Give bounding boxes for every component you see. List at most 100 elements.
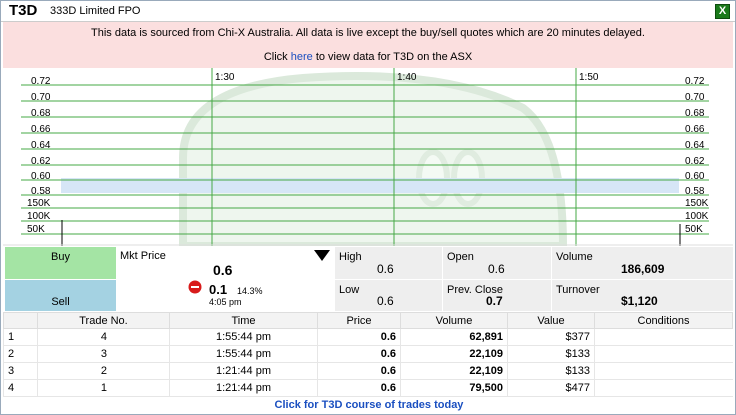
volume-tick-label-left: 100K	[27, 211, 51, 222]
table-cell: $133	[507, 362, 595, 380]
sell-label: Sell	[51, 296, 70, 308]
table-cell	[594, 345, 733, 363]
volume-tick-label-right: 50K	[685, 224, 703, 235]
volume-label: Volume	[556, 251, 593, 263]
table-cell: 79,500	[400, 379, 508, 397]
open-label: Open	[447, 251, 474, 263]
table-cell	[594, 362, 733, 380]
asx-link[interactable]: here	[291, 51, 313, 63]
y-tick-label-right: 0.62	[685, 156, 705, 167]
notice-text-pre: Click	[263, 51, 291, 63]
down-arrow-icon	[314, 250, 330, 265]
table-cell: 1	[3, 328, 38, 346]
ticker-symbol: T3D	[9, 2, 38, 19]
mkt-price-label: Mkt Price	[120, 250, 166, 262]
table-cell: $377	[507, 328, 595, 346]
low-cell: Low 0.6	[335, 280, 442, 311]
col-value[interactable]: Value	[507, 312, 595, 329]
intraday-chart: 0.72 0.72 0.70 0.70 0.68 0.68 0.66 0.66 0.64 0.64…	[3, 68, 733, 246]
notice-link-line: Click here to view data for T3D on the A…	[3, 51, 733, 63]
x-tick-label: 1:30	[215, 72, 235, 83]
y-tick-label-left: 0.64	[31, 140, 51, 151]
sell-button[interactable]: Sell	[5, 280, 116, 311]
table-cell: 3	[37, 345, 170, 363]
trades-table: Trade No. Time Price Volume Value Condit…	[3, 312, 733, 397]
course-of-trades-link[interactable]: Click for T3D course of trades today	[1, 399, 736, 411]
prev-close-cell: Prev. Close 0.7	[443, 280, 551, 311]
table-header-row: Trade No. Time Price Volume Value Condit…	[3, 312, 733, 329]
volume-value: 186,609	[621, 262, 665, 276]
col-time[interactable]: Time	[169, 312, 318, 329]
y-tick-label-right: 0.60	[685, 171, 705, 182]
table-row[interactable]: 2 3 1:55:44 pm 0.6 22,109 $133	[3, 345, 733, 363]
turnover-cell: Turnover $1,120	[552, 280, 733, 311]
market-price-panel: Mkt Price 0.6 0.1 14.3% 4:05 pm	[117, 247, 334, 311]
table-row[interactable]: 4 1 1:21:44 pm 0.6 79,500 $477	[3, 379, 733, 397]
y-tick-label-right: 0.68	[685, 108, 705, 119]
table-row[interactable]: 3 2 1:21:44 pm 0.6 22,109 $133	[3, 362, 733, 380]
table-cell: 1:55:44 pm	[169, 328, 318, 346]
low-label: Low	[339, 284, 360, 296]
table-cell: 4	[37, 328, 170, 346]
volume-tick-label-right: 150K	[685, 198, 709, 209]
x-tick-label: 1:40	[397, 72, 417, 83]
high-label: High	[339, 251, 362, 263]
quote-time: 4:05 pm	[209, 297, 242, 307]
table-cell: 22,109	[400, 362, 508, 380]
open-cell: Open 0.6	[443, 247, 551, 279]
volume-tick-label-left: 50K	[27, 224, 45, 235]
table-cell: 2	[37, 362, 170, 380]
volume-tick-label-left: 150K	[27, 198, 51, 209]
table-cell: 2	[3, 345, 38, 363]
buy-button[interactable]: Buy	[5, 247, 116, 279]
buy-label: Buy	[51, 251, 70, 263]
col-price[interactable]: Price	[317, 312, 401, 329]
table-cell	[594, 328, 733, 346]
quote-window: T3D 333D Limited FPO X This data is sour…	[0, 0, 736, 415]
company-name: 333D Limited FPO	[50, 5, 141, 17]
table-cell: 1	[37, 379, 170, 397]
trades-table-wrap: Trade No. Time Price Volume Value Condit…	[3, 312, 733, 397]
y-tick-label-right: 0.58	[685, 186, 705, 197]
open-value: 0.6	[488, 262, 505, 276]
table-cell: 22,109	[400, 345, 508, 363]
col-index	[3, 312, 38, 329]
table-cell	[594, 379, 733, 397]
y-tick-label-left: 0.58	[31, 186, 51, 197]
change-percent: 14.3%	[237, 286, 263, 296]
table-cell: 1:21:44 pm	[169, 379, 318, 397]
data-source-notice: This data is sourced from Chi-X Australi…	[3, 22, 733, 69]
chart-svg: 0.72 0.72 0.70 0.70 0.68 0.68 0.66 0.66 0.64 0.64…	[3, 68, 733, 246]
prev-close-value: 0.7	[486, 294, 503, 308]
y-tick-label-right: 0.66	[685, 124, 705, 135]
high-value: 0.6	[377, 262, 394, 276]
trade-rows: 1 4 1:55:44 pm 0.6 62,891 $377 2 3 1:55:44 pm 0.6…	[3, 328, 733, 397]
table-cell: 0.6	[317, 362, 401, 380]
col-conditions[interactable]: Conditions	[594, 312, 733, 329]
title-bar: T3D 333D Limited FPO X	[1, 1, 735, 22]
col-trade-no[interactable]: Trade No.	[37, 312, 170, 329]
col-volume[interactable]: Volume	[400, 312, 508, 329]
y-tick-label-left: 0.60	[31, 171, 51, 182]
table-cell: $477	[507, 379, 595, 397]
y-tick-label-right: 0.70	[685, 92, 705, 103]
table-cell: 0.6	[317, 345, 401, 363]
table-cell: 0.6	[317, 379, 401, 397]
y-tick-label-left: 0.70	[31, 92, 51, 103]
quote-panel: Buy Sell Mkt Price 0.6 0.1 14.3% 4:05 pm…	[3, 247, 733, 311]
minus-circle-icon	[188, 280, 202, 297]
table-cell: 1:55:44 pm	[169, 345, 318, 363]
notice-text-post: to view data for T3D on the ASX	[312, 51, 473, 63]
change-value: 0.1	[209, 282, 228, 297]
table-row[interactable]: 1 4 1:55:44 pm 0.6 62,891 $377	[3, 328, 733, 346]
y-tick-label-left: 0.72	[31, 76, 51, 87]
x-tick-label: 1:50	[579, 72, 599, 83]
low-value: 0.6	[377, 294, 394, 308]
turnover-label: Turnover	[556, 284, 600, 296]
table-cell: 62,891	[400, 328, 508, 346]
high-cell: High 0.6	[335, 247, 442, 279]
y-tick-label-right: 0.64	[685, 140, 705, 151]
table-cell: 1:21:44 pm	[169, 362, 318, 380]
close-button[interactable]: X	[715, 4, 730, 19]
y-tick-label-left: 0.66	[31, 124, 51, 135]
